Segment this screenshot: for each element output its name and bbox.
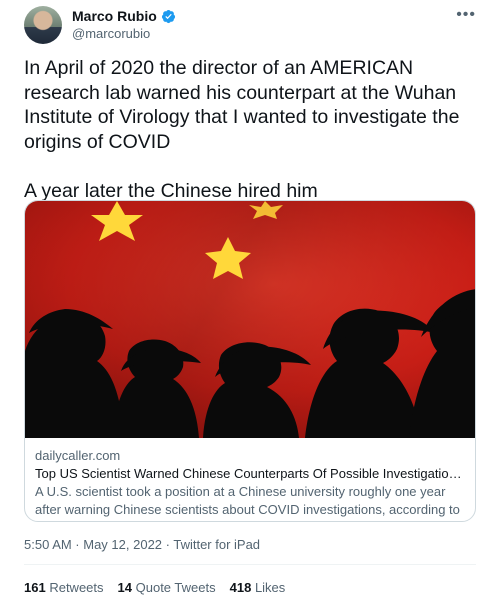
verified-badge-icon (161, 9, 175, 23)
link-card[interactable]: dailycaller.com Top US Scientist Warned … (24, 200, 476, 522)
tweet-text: In April of 2020 the director of an AMER… (24, 57, 460, 202)
likes-stat[interactable]: 418 Likes (230, 580, 286, 595)
card-image (25, 201, 475, 438)
tweet-timestamp[interactable]: 5:50 AM · May 12, 2022 · Twitter for iPa… (24, 537, 260, 552)
more-horizontal-icon[interactable]: ••• (456, 6, 476, 24)
card-domain: dailycaller.com (35, 448, 121, 463)
quote-tweets-stat[interactable]: 14 Quote Tweets (118, 580, 216, 595)
engagement-stats: 161 Retweets 14 Quote Tweets 418 Likes (24, 580, 285, 595)
divider (24, 564, 476, 565)
card-description: A U.S. scientist took a position at a Ch… (35, 484, 460, 521)
retweets-stat[interactable]: 161 Retweets (24, 580, 104, 595)
likes-label: Likes (254, 580, 286, 595)
card-title[interactable]: Top US Scientist Warned Chinese Counterp… (35, 465, 467, 483)
quote-tweets-count: 14 (117, 580, 132, 595)
author-name[interactable]: Marco Rubio (72, 8, 157, 24)
quote-tweets-label: Quote Tweets (135, 580, 216, 595)
author-name-row: Marco Rubio (72, 8, 176, 24)
avatar[interactable] (24, 6, 62, 44)
author-handle[interactable]: @marcorubio (72, 26, 150, 41)
tweet: Marco Rubio @marcorubio ••• In April of … (0, 0, 500, 599)
card-meta: dailycaller.com Top US Scientist Warned … (35, 447, 467, 521)
likes-count: 418 (229, 580, 252, 595)
retweets-label: Retweets (49, 580, 104, 595)
retweets-count: 161 (24, 580, 46, 595)
